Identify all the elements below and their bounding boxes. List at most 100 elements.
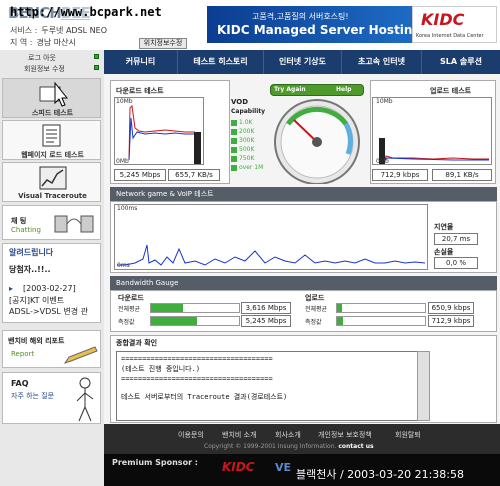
- vod-title: VOD: [231, 98, 249, 106]
- result-console[interactable]: ==================================== (테스…: [116, 351, 430, 421]
- pencil-icon: [63, 346, 98, 364]
- logout-link[interactable]: 로그 아웃: [28, 53, 56, 63]
- traceroute-icon: [39, 166, 67, 190]
- sidebar-speed-test[interactable]: 스피드 테스트: [2, 78, 101, 118]
- latency-plot: [117, 244, 426, 266]
- bw-ul-avg-bar: [336, 303, 426, 313]
- nav-sla[interactable]: SLA 솔루션: [422, 50, 500, 74]
- chatting-label-ko: 채 팅: [11, 217, 27, 225]
- help-button[interactable]: Help: [336, 86, 351, 93]
- member-edit-link[interactable]: 회원정보 수정: [24, 64, 65, 74]
- download-scale-bottom: 0Mb: [116, 158, 129, 165]
- status-dot: [94, 65, 99, 70]
- banner-top-text: 고품격,고품질의 서버호스팅!: [252, 12, 349, 21]
- nav-high-speed[interactable]: 초고속 인터넷: [342, 50, 422, 74]
- speed-test-label: 스피드 테스트: [31, 109, 74, 117]
- upload-kbs: 89,1 KB/s: [432, 169, 492, 181]
- download-scale-top: 10Mb: [116, 98, 133, 105]
- report-label-ko: 밴치비 해외 리포트: [8, 337, 65, 345]
- notice-item[interactable]: [공지]KT 이벤트: [9, 295, 64, 306]
- network-game-header: Network game & VoIP 테스트: [110, 187, 497, 201]
- location-edit-button[interactable]: 위치정보수정: [139, 38, 187, 49]
- download-mbps: 5,245 Mbps: [114, 169, 166, 181]
- chatting-box[interactable]: 채 팅 Chatting: [2, 205, 101, 240]
- bw-ul-measured-label: 측정값: [305, 319, 322, 326]
- region-line: 지 역 : 경남 마산시: [10, 38, 76, 47]
- bw-ul-measured-value: 712,9 kbps: [428, 315, 474, 327]
- vod-subtitle: Capability: [231, 108, 266, 115]
- premium-sponsor-label: Premium Sponsor :: [112, 458, 198, 467]
- footer-link-inquiry[interactable]: 이용문의: [178, 430, 204, 440]
- speed-test-icon: [39, 81, 69, 107]
- faq-box[interactable]: FAQ 자주 하는 질문: [2, 372, 101, 424]
- nav-community[interactable]: 커뮤니티: [104, 50, 178, 74]
- vod-level: 300K: [239, 137, 255, 144]
- notice-date: [2003-02-27]: [23, 284, 76, 293]
- sponsor-kidc-logo[interactable]: KIDC: [222, 460, 255, 474]
- bw-dl-avg-bar: [150, 303, 240, 313]
- footer-link-withdraw[interactable]: 회원탈퇴: [395, 430, 421, 440]
- contact-link[interactable]: contact us: [338, 443, 373, 450]
- upload-scale-top: 10Mb: [376, 98, 393, 105]
- vod-indicator: [231, 165, 237, 171]
- notice-winner-line[interactable]: 당첨자..!!..: [9, 264, 51, 275]
- bw-fill: [337, 317, 344, 325]
- try-again-button[interactable]: Try Again: [274, 86, 306, 93]
- loss-value: 0,0 %: [434, 257, 478, 269]
- document-icon: [42, 124, 61, 147]
- download-plot: [128, 104, 201, 164]
- notice-arrow: ▸: [9, 284, 14, 293]
- footer-link-about[interactable]: 밴치비 소개: [222, 430, 256, 440]
- banner-main-text: KIDC Managed Server Hosting: [217, 23, 422, 37]
- console-line: ====================================: [121, 375, 273, 383]
- latency-scale-bottom: 0ms: [117, 262, 130, 269]
- bw-fill: [337, 304, 343, 312]
- bw-ul-avg-value: 650,9 kbps: [428, 302, 474, 314]
- chatting-label-en: Chatting: [11, 226, 41, 234]
- upload-kbps: 712,9 kbps: [372, 169, 428, 181]
- upload-graph: [372, 97, 492, 165]
- upload-plot: [379, 138, 489, 164]
- sidebar-visual-traceroute[interactable]: Visual Traceroute: [2, 162, 101, 202]
- notice-title: 알려드립니다: [9, 248, 54, 257]
- overlay-timestamp: 블랙천사 / 2003-03-20 21:38:58: [296, 468, 465, 481]
- console-line: (테스트 진행 중입니다.): [121, 365, 201, 373]
- download-kbs: 655,7 KB/s: [168, 169, 220, 181]
- nav-internet-weather[interactable]: 인터넷 기상도: [264, 50, 342, 74]
- latency-scale-top: 100ms: [117, 205, 138, 212]
- bw-dl-avg-value: 3,616 Mbps: [241, 302, 291, 314]
- benchbee-report-box[interactable]: 밴치비 해외 리포트 Report: [2, 330, 101, 368]
- status-dot: [94, 54, 99, 59]
- top-nav: 커뮤니티 테스트 히스토리 인터넷 기상도 초고속 인터넷 SLA 솔루션: [104, 50, 500, 74]
- kidc-logo-box: KIDC Korea Internet Data Center: [412, 6, 497, 43]
- download-title: 다운로드 테스트: [116, 87, 164, 95]
- thinking-person-icon: [76, 377, 94, 422]
- bw-upload-title: 업로드: [305, 294, 325, 302]
- kidc-banner[interactable]: 고품격,고품질의 서버호스팅! KIDC Managed Server Host…: [207, 6, 497, 43]
- notice-box: 알려드립니다 당첨자..!!.. ▸ [2003-02-27] [공지]KT 이…: [2, 243, 101, 323]
- watermark-url: http://www.bcpark.net: [10, 5, 162, 19]
- banner-blue: 고품격,고품질의 서버호스팅! KIDC Managed Server Host…: [207, 6, 421, 43]
- vod-level: 500K: [239, 146, 255, 153]
- sponsor-ve-logo[interactable]: VE: [275, 461, 291, 474]
- loss-label: 손실율: [434, 248, 454, 256]
- bw-ul-avg-label: 전체평균: [305, 306, 328, 313]
- bw-ul-measured-bar: [336, 316, 426, 326]
- faq-label: FAQ: [11, 379, 29, 388]
- bw-dl-measured-value: 5,245 Mbps: [241, 315, 291, 327]
- latency-value: 20,7 ms: [434, 233, 478, 245]
- nav-test-history[interactable]: 테스트 히스토리: [178, 50, 264, 74]
- vod-indicator: [231, 129, 237, 135]
- sidebar-webpage-test[interactable]: 웹페이지 로드 테스트: [2, 120, 101, 160]
- console-scrollbar[interactable]: [417, 351, 430, 421]
- notice-item-2[interactable]: ADSL->VDSL 변경 관: [9, 306, 88, 317]
- vod-indicator: [231, 138, 237, 144]
- vod-indicator: [231, 120, 237, 126]
- kidc-subtitle: Korea Internet Data Center: [416, 33, 484, 39]
- report-label-en: Report: [11, 350, 35, 358]
- console-line: ====================================: [121, 355, 273, 363]
- footer-link-privacy[interactable]: 개인정보 보호정책: [318, 430, 372, 440]
- bandwidth-header: Bandwidth Gauge: [110, 276, 497, 290]
- footer-link-company[interactable]: 회사소개: [275, 430, 301, 440]
- vod-level: over 1M: [239, 164, 264, 171]
